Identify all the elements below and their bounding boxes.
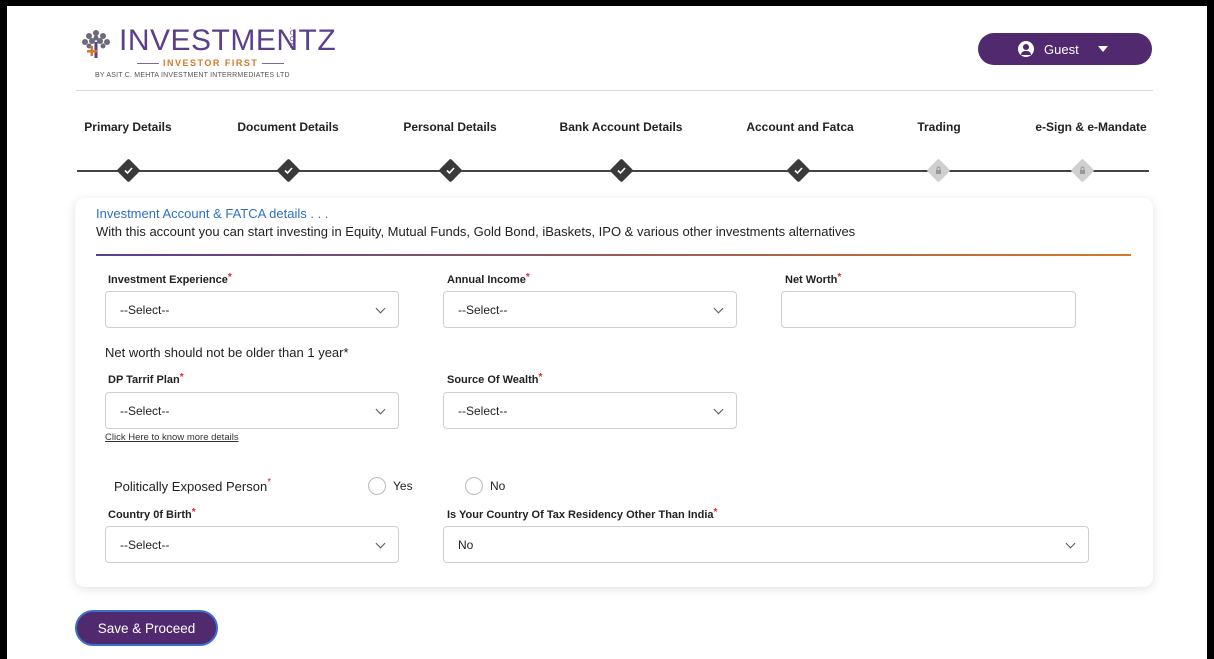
investment-fatca-card: Investment Account & FATCA details . . .… [75,198,1153,587]
investment-experience-label: Investment Experience* [108,272,232,286]
country-of-birth-label: Country 0f Birth* [108,507,196,521]
checkmark-icon [617,167,626,175]
checkmark-icon [446,167,455,175]
checkmark-icon [124,167,133,175]
annual-income-value: --Select-- [458,302,508,317]
required-mark: * [227,272,232,283]
dp-tariff-plan-select[interactable]: --Select-- [105,392,399,429]
section-subtitle: With this account you can start investin… [96,224,856,239]
lock-icon [1080,166,1085,174]
step-indicator-locked [926,158,951,183]
required-mark: * [538,372,543,383]
header-divider [76,90,1153,91]
step-indicator-locked [1070,158,1095,183]
brand-tagline: INVESTOR FIRST [133,58,288,68]
required-mark: * [267,477,272,488]
user-menu-label: Guest [1044,41,1079,57]
required-mark: * [525,272,530,283]
brand-name: INVESTMENTZ [119,24,337,57]
pep-label: Politically Exposed Person* [114,477,272,494]
checkmark-icon [284,167,293,175]
brand-logo[interactable]: INVESTMENTZ .COM INVESTOR FIRST BY ASIT … [77,24,337,82]
source-of-wealth-select[interactable]: --Select-- [443,392,737,429]
annual-income-label: Annual Income* [447,272,530,286]
user-circle-icon [1018,41,1034,57]
step-account-and-fatca[interactable]: Account and Fatca [746,120,853,134]
investment-experience-select[interactable]: --Select-- [105,291,399,328]
tree-logo-icon [82,30,110,58]
step-indicator-done [276,158,301,183]
user-menu-button[interactable]: Guest [978,33,1152,65]
tax-residency-label: Is Your Country Of Tax Residency Other T… [447,507,718,521]
annual-income-select[interactable]: --Select-- [443,291,737,328]
section-divider [96,254,1131,256]
required-mark: * [713,507,718,518]
pep-yes-radio[interactable] [368,477,386,495]
required-mark: * [191,507,196,518]
page: INVESTMENTZ .COM INVESTOR FIRST BY ASIT … [7,6,1207,659]
step-indicator-done [786,158,811,183]
caret-down-icon [1098,46,1108,52]
lock-icon [936,166,941,174]
checkmark-icon [794,167,803,175]
step-personal-details[interactable]: Personal Details [403,120,496,134]
pep-yes-label[interactable]: Yes [393,479,413,493]
country-of-birth-value: --Select-- [120,537,170,552]
required-mark: * [837,272,842,283]
save-and-proceed-button[interactable]: Save & Proceed [75,610,218,646]
source-of-wealth-value: --Select-- [458,403,508,418]
net-worth-input[interactable] [781,291,1076,328]
net-worth-label: Net Worth* [785,272,842,286]
section-title: Investment Account & FATCA details . . . [96,206,329,221]
step-indicator-done [116,158,141,183]
chevron-down-icon [713,303,724,314]
chevron-down-icon [375,303,386,314]
chevron-down-icon [375,404,386,415]
step-esign-emandate[interactable]: e-Sign & e-Mandate [1035,120,1146,134]
pep-no-radio[interactable] [465,477,483,495]
step-indicator-done [609,158,634,183]
brand-byline: BY ASIT C. MEHTA INVESTMENT INTERRMEDIAT… [95,72,290,79]
step-indicator-done [438,158,463,183]
required-mark: * [179,372,184,383]
tax-residency-select[interactable]: No [443,526,1089,563]
pep-no-label[interactable]: No [490,479,505,493]
dp-tariff-plan-value: --Select-- [120,403,170,418]
step-primary-details[interactable]: Primary Details [84,120,171,134]
investment-experience-value: --Select-- [120,302,170,317]
more-details-link[interactable]: Click Here to know more details [105,432,239,443]
tax-residency-value: No [458,537,474,552]
chevron-down-icon [375,538,386,549]
chevron-down-icon [1065,538,1076,549]
step-document-details[interactable]: Document Details [237,120,338,134]
step-bank-account-details[interactable]: Bank Account Details [560,120,683,134]
net-worth-note: Net worth should not be older than 1 yea… [105,345,349,360]
country-of-birth-select[interactable]: --Select-- [105,526,399,563]
source-of-wealth-label: Source Of Wealth* [447,372,543,386]
chevron-down-icon [713,404,724,415]
brand-com: .COM [288,27,295,50]
dp-tariff-plan-label: DP Tarrif Plan* [108,372,184,386]
step-trading[interactable]: Trading [917,120,960,134]
